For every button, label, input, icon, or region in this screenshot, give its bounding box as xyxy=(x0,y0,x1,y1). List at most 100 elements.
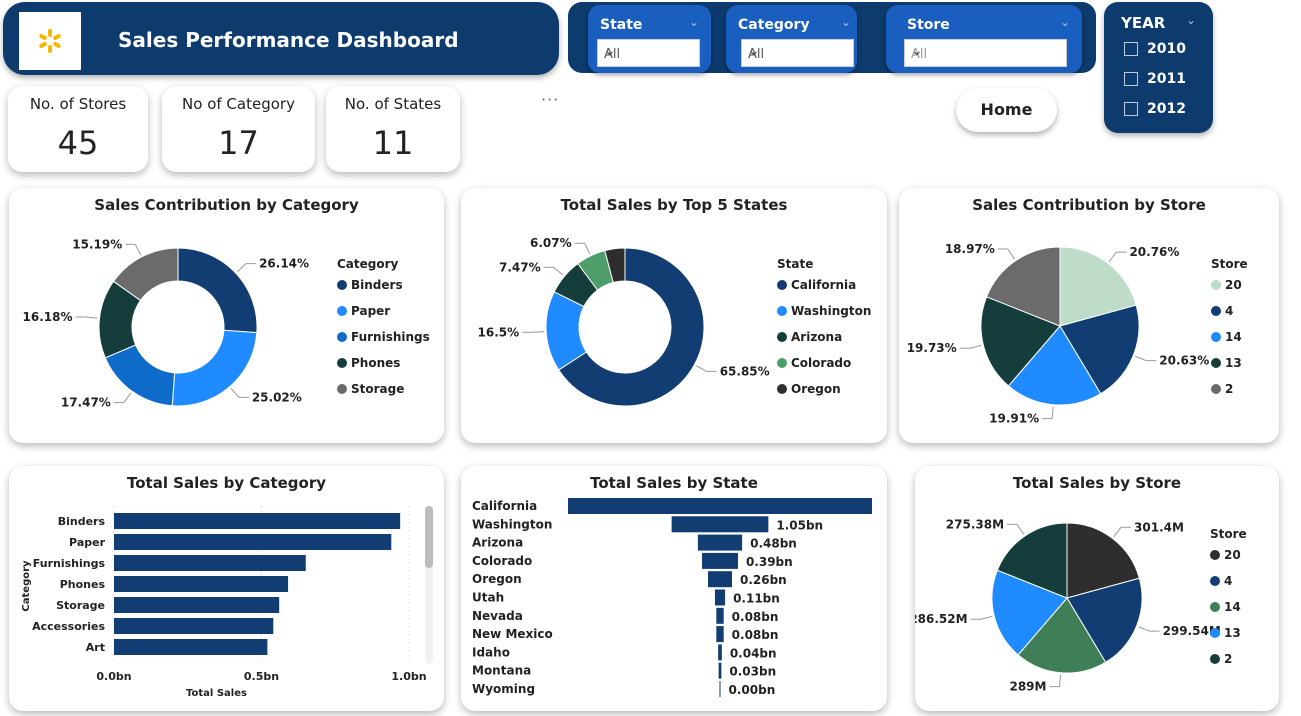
bar xyxy=(671,516,769,533)
pie-slice xyxy=(171,329,258,407)
legend-item: Oregon xyxy=(791,382,841,396)
bar xyxy=(718,644,722,661)
chart-card-state-donut: Total Sales by Top 5 States 65.85% 16.5% 7… xyxy=(461,188,887,443)
checkbox[interactable] xyxy=(1124,102,1138,116)
bar xyxy=(568,498,872,514)
category-donut-chart: 26.14% 25.02% 17.47% 16.18% 15.19% Category Bi… xyxy=(23,237,430,409)
legend-item: 4 xyxy=(1224,574,1232,588)
chart-card-state-bar: Total Sales by State California Washingto… xyxy=(461,466,887,711)
bar xyxy=(114,534,392,550)
legend-title: State xyxy=(777,257,813,271)
kpi-label: No. of Stores xyxy=(29,95,127,113)
kpi-card-category: No of Category 17 xyxy=(162,86,315,172)
category-label: Oregon xyxy=(472,572,522,586)
data-label: 26.14% xyxy=(259,257,309,271)
leader-line xyxy=(1007,523,1025,535)
category-select[interactable]: All ⌄ xyxy=(741,39,854,67)
category-label: Art xyxy=(86,641,105,654)
chevron-down-icon[interactable]: ⌄ xyxy=(841,15,851,29)
category-label: Idaho xyxy=(472,645,510,659)
data-label: 16.5% xyxy=(478,325,520,339)
legend-marker xyxy=(1211,384,1221,394)
legend-item: 2 xyxy=(1224,652,1232,666)
bar xyxy=(719,681,721,697)
data-label: 15.19% xyxy=(72,237,122,251)
pie-slice xyxy=(177,247,258,334)
leader-line xyxy=(113,392,132,404)
state-select[interactable]: All ⌄ xyxy=(597,39,700,67)
category-label: California xyxy=(472,499,537,513)
bar xyxy=(114,597,280,613)
data-label: 275.38M xyxy=(946,517,1004,531)
home-button[interactable]: Home xyxy=(956,88,1057,132)
category-label: Arizona xyxy=(472,536,523,550)
data-label: 19.73% xyxy=(907,341,957,355)
category-label: Utah xyxy=(472,591,504,605)
legend-marker xyxy=(337,280,347,290)
chevron-down-icon[interactable]: ⌄ xyxy=(1060,15,1070,29)
state-filter[interactable]: State ⌄ All ⌄ xyxy=(588,5,711,73)
kpi-label: No. of States xyxy=(344,95,442,113)
legend-title: Store xyxy=(1210,527,1247,541)
bar xyxy=(718,662,722,679)
chevron-down-icon[interactable]: ⌄ xyxy=(689,15,699,29)
legend-title: Store xyxy=(1211,257,1248,271)
data-label: 286.52M xyxy=(915,612,968,626)
store-select[interactable]: All ⌄ xyxy=(904,39,1067,67)
bar xyxy=(114,618,274,634)
chevron-down-icon: ⌄ xyxy=(911,43,923,59)
legend-item: California xyxy=(791,278,856,292)
more-options-icon[interactable]: ··· xyxy=(541,90,559,109)
category-filter[interactable]: Category ⌄ All ⌄ xyxy=(726,5,857,73)
leader-line xyxy=(1042,406,1054,420)
category-label: Furnishings xyxy=(33,557,106,570)
legend-marker xyxy=(337,332,347,342)
category-label: Paper xyxy=(69,536,106,549)
legend-item: Washington xyxy=(791,304,871,318)
data-label: 20.63% xyxy=(1159,354,1209,368)
leader-line xyxy=(1113,526,1132,538)
leader-line xyxy=(695,365,717,372)
leader-line xyxy=(75,316,98,319)
state-filter-label: State xyxy=(600,17,643,33)
chevron-down-icon[interactable]: ⌄ xyxy=(1186,13,1196,27)
category-label: Wyoming xyxy=(472,682,535,696)
leader-line xyxy=(522,331,545,333)
checkbox[interactable] xyxy=(1124,42,1138,56)
data-label: 18.97% xyxy=(945,242,995,256)
chevron-down-icon: ⌄ xyxy=(604,43,616,59)
store-filter[interactable]: Store ⌄ All ⌄ xyxy=(886,5,1082,73)
chart-card-category-donut: Sales Contribution by Category 26.14% 25.… xyxy=(9,188,444,443)
leader-line xyxy=(125,243,142,256)
chart-card-store-pie: Sales Contribution by Store 20.76% 20.63%… xyxy=(899,188,1279,443)
category-label: Phones xyxy=(60,578,106,591)
legend-item: 13 xyxy=(1224,626,1241,640)
leader-line xyxy=(236,263,257,273)
legend-item: 20 xyxy=(1225,278,1242,292)
legend-marker xyxy=(1211,306,1221,316)
legend-item: 14 xyxy=(1225,330,1242,344)
dashboard-header: Sales Performance Dashboard xyxy=(3,2,559,75)
data-label: 20.76% xyxy=(1129,245,1179,259)
category-label: Colorado xyxy=(472,554,532,568)
category-label: New Mexico xyxy=(472,627,553,641)
category-filter-label: Category xyxy=(738,17,810,33)
kpi-value: 45 xyxy=(57,124,99,162)
data-label: 0.39bn xyxy=(746,555,793,569)
legend-marker xyxy=(777,332,787,342)
data-label: 0.26bn xyxy=(740,573,787,587)
bar xyxy=(714,589,726,606)
store-sales-pie-chart: 301.4M299.54M289M286.52M275.38MStore2041… xyxy=(915,517,1247,693)
legend-marker xyxy=(777,358,787,368)
legend-item: Binders xyxy=(351,278,403,292)
legend-marker xyxy=(337,384,347,394)
year-filter: YEAR ⌄ 2010 2011 2012 xyxy=(1104,2,1213,133)
kpi-value: 11 xyxy=(372,124,414,162)
checkbox[interactable] xyxy=(1124,72,1138,86)
bar xyxy=(697,534,743,551)
data-label: 0.08bn xyxy=(732,610,779,624)
data-label: 301.4M xyxy=(1134,520,1184,534)
legend-marker xyxy=(337,306,347,316)
kpi-label: No of Category xyxy=(182,95,295,113)
data-label: 0.11bn xyxy=(733,592,780,606)
